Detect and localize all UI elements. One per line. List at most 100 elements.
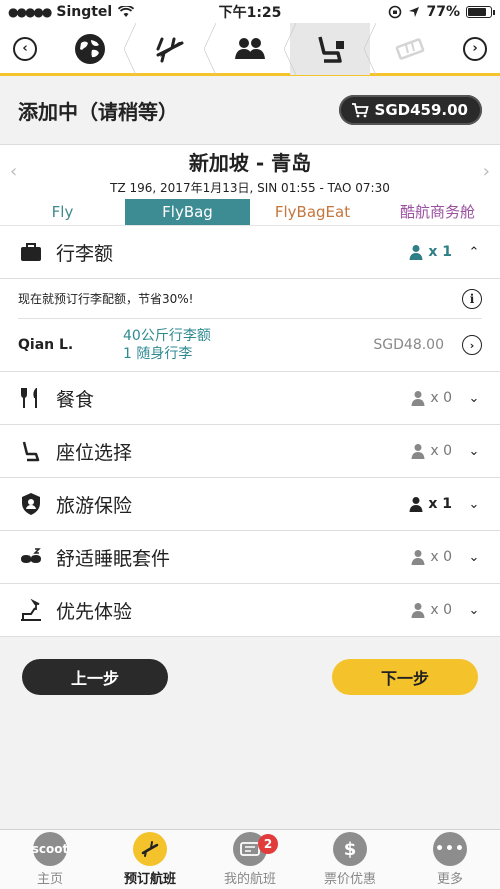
tabbar-deals[interactable]: $ 票价优惠 <box>300 830 400 889</box>
addon-row-baggage[interactable]: 行李额 x 1 ⌃ <box>0 226 500 279</box>
seat-label: 座位选择 <box>56 441 133 464</box>
step-actions: 上一步 下一步 <box>0 659 500 695</box>
seat-count: x 0 <box>410 443 452 459</box>
signal-icon: ●●●●● <box>8 5 52 19</box>
chevron-down-icon[interactable]: ⌄ <box>466 603 482 618</box>
carrier-label: Singtel <box>56 4 113 20</box>
step-passengers[interactable] <box>210 22 296 75</box>
route-next-chevron-icon[interactable]: › <box>483 161 490 182</box>
addon-row-seat[interactable]: 座位选择 x 0 ⌄ <box>0 425 500 478</box>
cart-total-button[interactable]: SGD459.00 <box>338 95 482 125</box>
addon-row-priority[interactable]: 优先体验 x 0 ⌄ <box>0 584 500 637</box>
chevron-up-icon[interactable]: ⌃ <box>466 245 482 260</box>
comfort-kit-count: x 0 <box>410 549 452 565</box>
tab-flybag[interactable]: FlyBag <box>125 198 250 225</box>
route-selector: ‹ 新加坡 - 青岛 TZ 196, 2017年1月13日, SIN 01:55… <box>0 144 500 198</box>
passenger-baggage-row[interactable]: Qian L. 40公斤行李额 1 随身行李 SGD48.00 › <box>18 319 482 371</box>
tabbar-book[interactable]: 预订航班 <box>100 830 200 889</box>
step-next-button[interactable]: › <box>450 23 500 75</box>
scoot-logo-icon: scoot <box>32 832 68 866</box>
sleep-mask-icon <box>21 548 41 563</box>
tabbar-book-label: 预订航班 <box>123 872 176 887</box>
addon-row-comfort-kit[interactable]: 舒适睡眠套件 x 0 ⌄ <box>0 531 500 584</box>
route-detail: TZ 196, 2017年1月13日, SIN 01:55 - TAO 07:3… <box>110 181 390 195</box>
tabbar-my-flights-label: 我的航班 <box>223 872 276 887</box>
priority-count: x 0 <box>410 602 452 618</box>
baggage-count: x 1 <box>408 244 452 260</box>
more-dots-icon: ••• <box>433 832 467 866</box>
route-prev-chevron-icon[interactable]: ‹ <box>10 161 17 182</box>
tabbar-home[interactable]: scoot 主页 <box>0 830 100 889</box>
tabbar-more[interactable]: ••• 更多 <box>400 830 500 889</box>
step-ticket[interactable] <box>370 23 450 75</box>
chevron-down-icon[interactable]: ⌄ <box>466 497 482 512</box>
person-icon <box>409 497 423 512</box>
info-icon[interactable]: i <box>462 288 482 309</box>
globe-icon <box>75 33 105 64</box>
seat-count-value: x 0 <box>430 443 452 459</box>
step-addons[interactable] <box>290 22 376 75</box>
tab-fly[interactable]: Fly <box>0 199 125 225</box>
ticket-icon <box>395 37 425 60</box>
seat-icon <box>22 441 40 462</box>
tabbar-deals-label: 票价优惠 <box>323 872 376 887</box>
cutlery-icon <box>21 388 37 408</box>
step-prev-button[interactable]: ‹ <box>0 23 50 75</box>
chevron-down-icon[interactable]: ⌄ <box>466 444 482 459</box>
baggage-price: SGD48.00 <box>373 337 444 353</box>
airplane-icon <box>133 832 167 866</box>
baggage-item-carryon: 1 随身行李 <box>123 346 193 362</box>
rotation-lock-icon <box>389 5 402 19</box>
tabbar-home-label: 主页 <box>36 872 63 887</box>
addon-row-insurance[interactable]: 旅游保险 x 1 ⌄ <box>0 478 500 531</box>
addon-row-meals[interactable]: 餐食 x 0 ⌄ <box>0 372 500 425</box>
meals-count-value: x 0 <box>430 390 452 406</box>
previous-step-button[interactable]: 上一步 <box>22 659 168 695</box>
person-icon <box>411 603 425 618</box>
wifi-icon <box>118 6 135 17</box>
passengers-icon <box>235 37 265 59</box>
person-icon <box>411 550 425 565</box>
bottom-tab-bar: scoot 主页 预订航班 2 我的航班 $ 票价优惠 ••• 更多 <box>0 829 500 889</box>
next-step-button[interactable]: 下一步 <box>332 659 478 695</box>
tab-flybageat[interactable]: FlyBagEat <box>250 199 375 225</box>
dollar-icon: $ <box>333 832 367 866</box>
priority-count-value: x 0 <box>430 602 452 618</box>
notification-badge: 2 <box>258 834 278 854</box>
comfort-kit-label: 舒适睡眠套件 <box>56 547 171 570</box>
person-icon <box>409 245 423 260</box>
comfort-kit-count-value: x 0 <box>430 549 452 565</box>
shield-person-icon <box>22 493 40 515</box>
chevron-down-icon[interactable]: ⌄ <box>466 550 482 565</box>
person-icon <box>411 444 425 459</box>
passenger-name: Qian L. <box>18 337 74 353</box>
fare-tabs: Fly FlyBag FlyBagEat 酷航商务舱 <box>0 198 500 226</box>
promo-text: 现在就预订行李配额，节省30%! <box>18 292 194 306</box>
step-flight[interactable] <box>130 22 216 75</box>
insurance-label: 旅游保险 <box>56 494 133 517</box>
location-icon <box>409 7 420 17</box>
baggage-count-value: x 1 <box>428 244 452 260</box>
luggage-icon <box>21 243 41 261</box>
meals-count: x 0 <box>410 390 452 406</box>
booking-step-navigator: ‹ › <box>0 22 500 76</box>
tab-scootbiz[interactable]: 酷航商务舱 <box>375 199 500 225</box>
status-bar: ●●●●● Singtel 下午1:25 77% <box>0 0 500 24</box>
baggage-item-checked: 40公斤行李额 <box>123 328 211 344</box>
airplane-icon <box>156 37 184 62</box>
baggage-details: 现在就预订行李配额，节省30%! i Qian L. 40公斤行李额 1 随身行… <box>0 279 500 371</box>
person-icon <box>411 391 425 406</box>
baggage-label: 行李额 <box>56 242 114 265</box>
chevron-right-icon: › <box>463 36 487 61</box>
insurance-count: x 1 <box>408 496 452 512</box>
baggage-items: 40公斤行李额 1 随身行李 <box>123 327 373 363</box>
chevron-right-circle-icon[interactable]: › <box>462 335 482 355</box>
route-cities: 新加坡 - 青岛 <box>188 151 312 175</box>
chevron-down-icon[interactable]: ⌄ <box>466 391 482 406</box>
cart-icon <box>351 103 369 118</box>
tabbar-my-flights[interactable]: 2 我的航班 <box>200 830 300 889</box>
lounge-chair-icon <box>21 598 41 621</box>
tabbar-more-label: 更多 <box>436 872 463 887</box>
meals-label: 餐食 <box>56 388 95 411</box>
step-destination[interactable] <box>50 22 136 75</box>
